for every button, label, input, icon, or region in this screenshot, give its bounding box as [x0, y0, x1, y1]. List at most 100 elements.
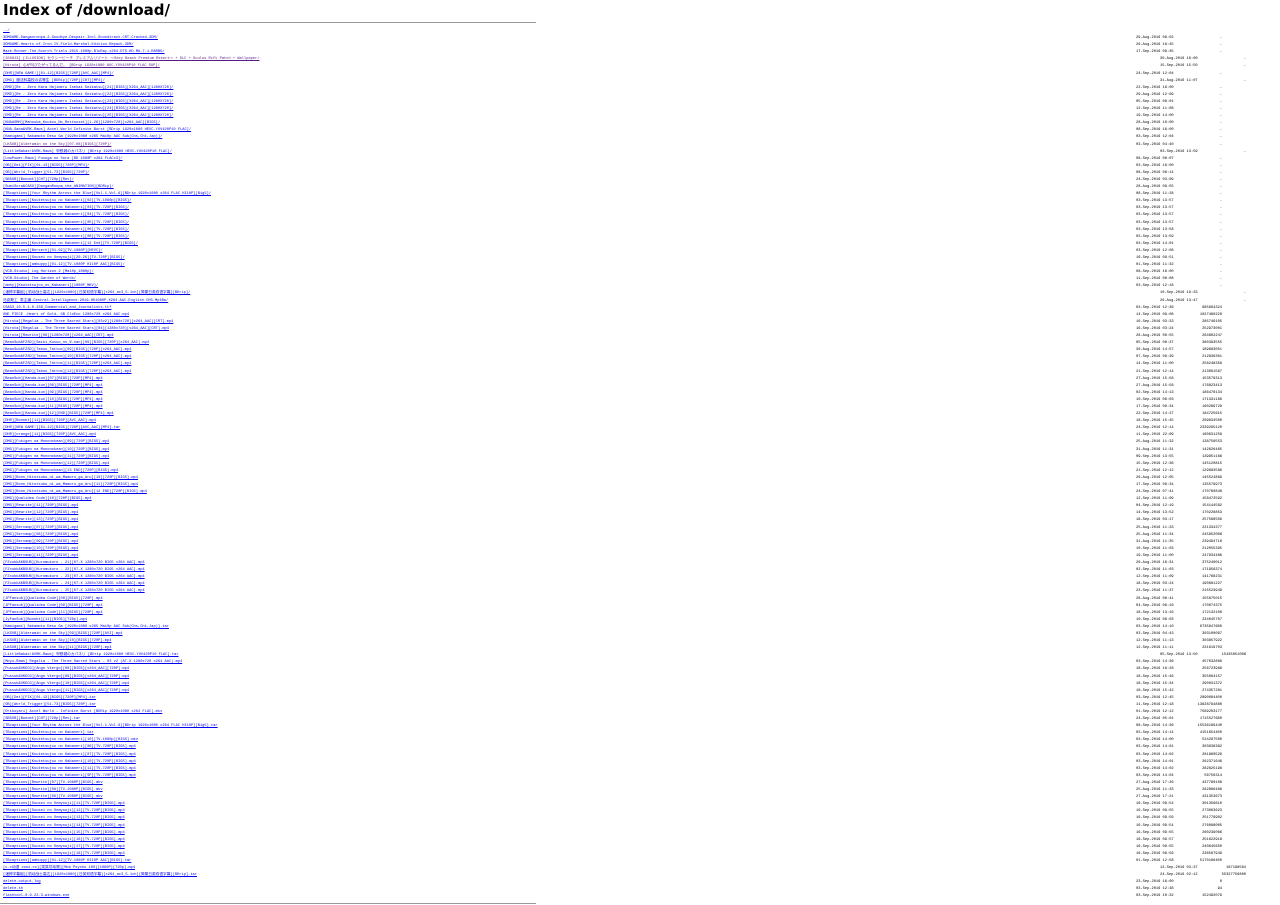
directory-link[interactable]: [TBcaptions][Sousei no Onmyouji][20-26][…: [3, 256, 125, 260]
file-link[interactable]: [Pussub&VKDCG][Ango Vtergo][08][BIG5][x2…: [3, 667, 129, 671]
file-link[interactable]: [OB][Dei][FIX][01-13][BIG5][720P][MP4].t…: [3, 696, 96, 700]
file-link[interactable]: [FZxubk&KBSUB][Kuromukuro - 24][07-X 128…: [3, 582, 145, 586]
directory-link[interactable]: [TBcaptions][Koutetsujou no Kabaneri][12…: [3, 242, 138, 246]
directory-link[interactable]: [EMD][Re - Zero Kara Hajimeru Isekai Sei…: [3, 107, 173, 111]
file-link[interactable]: [Hirota][Rewrite][09][1280x720][x264_AAC…: [3, 334, 114, 338]
directory-link[interactable]: [TBcaptions][Koutetsujou no Kabaneri][04…: [3, 213, 129, 217]
file-link[interactable]: [DMG][Bono_Hitotsubu_ni_wa_Mamoru_ga_Aru…: [3, 476, 138, 480]
file-link[interactable]: [JPFansub][Qualidea Code][09][BIG5][720P…: [3, 604, 103, 608]
file-link[interactable]: [DMG][Rewrite][13][720P][BIG5].mp4: [3, 518, 78, 522]
directory-link[interactable]: [TBcaptions][Berserk][01-02][TV-1080P][H…: [3, 249, 103, 253]
file-link[interactable]: [TBcaptions][Koutetsujou no Kabaneri][06…: [3, 745, 136, 749]
file-link[interactable]: [Pussub&VKDCG][Ango Vtergo][09][BIG5][x2…: [3, 675, 129, 679]
file-link[interactable]: [FZxubk&KBSUB][Kuromukuro - 22][07-X 128…: [3, 568, 145, 572]
directory-link[interactable]: [TBcaptions][Koutetsujou no Kabaneri][06…: [3, 228, 129, 232]
file-link[interactable]: [DMG][Fukigen na Mononokean][11][720P][B…: [3, 455, 109, 459]
file-link[interactable]: flashtool-0.9.22.3-windows.exe: [3, 894, 69, 898]
directory-link[interactable]: [TBcaptions][Your Rhythm Across the Blue…: [3, 192, 211, 196]
directory-link[interactable]: [VCB-Studio] The Garden of Words/: [3, 277, 76, 281]
directory-link[interactable]: [EMD][Re - Zero Kara Hajimeru Isekai Sei…: [3, 114, 173, 118]
file-link[interactable]: ONE PIECE -Heart of Gold- GB CloEco 1280…: [3, 313, 129, 317]
directory-link[interactable]: [TBcaptions][ambuppy][01-12][TV-1080P HI…: [3, 263, 125, 267]
directory-link[interactable]: [LowPower-Raws] Fusuga no Sora [BD 1080P…: [3, 157, 123, 161]
file-link[interactable]: [TBcaptions][Sousei no Onmyouji][18][TV-…: [3, 852, 125, 856]
file-link[interactable]: [BeanSub][Handa-kun][10][BIG5][720P][MP4…: [3, 398, 103, 402]
file-link[interactable]: [Pussub&VKDCG][Ango Vtergo][11][BIG5][x2…: [3, 689, 129, 693]
file-link[interactable]: [Pussub&VKDCG][Ango Vtergo][10][BIG5][x2…: [3, 682, 129, 686]
file-link[interactable]: [FZxubk&KBSUB][Kuromukuro - 21][07-X 128…: [3, 561, 145, 565]
file-link[interactable]: [DHR][orange][11][BIG5][720P][AVC_AAC].m…: [3, 433, 96, 437]
directory-link[interactable]: [KNAAGMH][Mahouka_Koukou_No_Rettousei][1…: [3, 121, 160, 125]
file-link[interactable]: [DHR][NEW GAME!][01-12][BIG5][720P][AVC_…: [3, 426, 120, 430]
directory-link[interactable]: [OB][Dei][FIX][01-13][BIG5][720P][MP4]/: [3, 164, 89, 168]
file-link[interactable]: [TBcaptions][Rewrite][08][TV-1080P][BIG5…: [3, 788, 103, 792]
file-link[interactable]: [BeanSub&FZSD][Taboo_Tattoo][09][BIG5][7…: [3, 348, 131, 352]
file-link[interactable]: [BeanSub&FZSD][Taboo_Tattoo][11][BIG5][7…: [3, 362, 131, 366]
file-link[interactable]: [TBcaptions][Sousei no Onmyouji][12][TV-…: [3, 809, 125, 813]
file-link[interactable]: [TBcaptions][Sousei no Onmyouji][14][TV-…: [3, 824, 125, 828]
directory-link[interactable]: [KNA-Saba&VRK-Raws] Accel World Infinite…: [3, 128, 191, 132]
file-link[interactable]: [TBcaptions][Sousei no Onmyouji][17][TV-…: [3, 845, 125, 849]
file-link[interactable]: [TBcaptions][Koutetsujou no Kabaneri][10…: [3, 760, 136, 764]
file-link[interactable]: [TBcaptions][Sousei no Onmyouji][15][TV-…: [3, 831, 125, 835]
directory-link[interactable]: [TBcaptions][Koutetsujou no Kabaneri][03…: [3, 206, 129, 210]
file-link[interactable]: [LittleBakas!&VRK-Raws] 甲鉄城のカバネリ [BDrip …: [3, 653, 179, 657]
file-link[interactable]: [DMG][Rewrite][12][720P][BIG5].mp4: [3, 511, 78, 515]
file-link[interactable]: [DMG][Servamp][07][720P][BIG5].mp4: [3, 526, 78, 530]
file-link[interactable]: [TBcaptions][Sousei no Onmyouji][13][TV-…: [3, 816, 125, 820]
file-link[interactable]: [LKSUB][Alderamin on the Sky][10][BIG5][…: [3, 639, 111, 643]
file-link[interactable]: [FZxubk&KBSUB][Kuromukuro - 23][07-X 128…: [3, 575, 145, 579]
file-link[interactable]: [DMG][Bono_Hitotsubu_ni_wa_Mamoru_ga_Aru…: [3, 490, 147, 494]
file-link[interactable]: [JyFanSub][Bonobt][11][BIG5][720p].mp4: [3, 618, 87, 622]
file-link[interactable]: [DMG][Fukigen na Mononokean][13 END][720…: [3, 469, 118, 473]
directory-link[interactable]: 马克斯工 男主编.Central.Intelligence.2016.HD108…: [3, 299, 168, 303]
file-link[interactable]: [BeanSub&FZSD][Taboo_Tattoo][10][BIG5][7…: [3, 355, 131, 359]
file-link[interactable]: [TBcaptions][Rewrite][07][TV-1080P][BIG5…: [3, 781, 103, 785]
file-link[interactable]: [JPFansub][Qualidea Code][11][BIG5][720P…: [3, 611, 103, 615]
directory-link[interactable]: [TBcaptions][Koutetsujou no Kabaneri][08…: [3, 235, 129, 239]
directory-link[interactable]: [VCB-Studio] Log Horizon 2 [Ma10p_1080p]…: [3, 270, 94, 274]
file-link[interactable]: [TBcaptions][Rewrite][09][TV-1080P][BIG5…: [3, 795, 103, 799]
file-link[interactable]: [Hirota][Regalia - The Three Sacred Star…: [3, 320, 173, 324]
file-link[interactable]: [DMG][Fukigen na Mononokean][09][720P][B…: [3, 440, 109, 444]
directory-link[interactable]: [TBcaptions][Koutetsujou no Kabaneri][05…: [3, 221, 129, 225]
file-link[interactable]: [TBcaptions][Koutetsujou no Kabaneri].ta…: [3, 731, 94, 735]
directory-link[interactable]: [SBSUB][Bonobt][CHT][720p][Rev]/: [3, 178, 74, 182]
file-link[interactable]: [c.c动漫 cooz.cc][笑笑坊动物][Mob Psycho 100][1…: [3, 866, 135, 870]
file-link[interactable]: [OB][World_Trigger][51-73][BIG5][720P].t…: [3, 703, 96, 707]
directory-link[interactable]: [诸神字幕组][机动战士高达][1920x1080][日英双语字幕][x264_…: [3, 291, 190, 295]
file-link[interactable]: [DMG][Servamp][11][720P][BIG5].mp4: [3, 554, 78, 558]
file-link[interactable]: [诸神字幕组][机动战士高达][1920x1080][日英双语字幕][x264_…: [3, 873, 197, 877]
directory-link[interactable]: [SumiSora&CASO][DanganRonpa_the_ANIMATIO…: [3, 185, 114, 189]
file-link[interactable]: [TBcaptions][Sousei no Onmyouji][16][TV-…: [3, 838, 125, 842]
file-link[interactable]: [TBcaptions][Koutetsujou no Kabaneri][10…: [3, 738, 138, 742]
file-link[interactable]: [Hirota][Regalia - The Three Sacred Star…: [3, 327, 169, 331]
file-link[interactable]: [DMG][Fukigen na Mononokean][12][720P][B…: [3, 462, 109, 466]
file-link[interactable]: [BeanSub&FZSD][Saiki_Kusuo_no_Ψ-nan][09]…: [3, 341, 149, 345]
directory-link[interactable]: [dmhy][Koutetsujou_no_Kabaneri][1080P_MK…: [3, 284, 98, 288]
file-link[interactable]: [DMG][Servamp][08][720P][BIG5].mp4: [3, 533, 78, 537]
file-link[interactable]: [Kamigami] Sakamoto Desu Ga [1920x1080 x…: [3, 625, 169, 629]
file-link[interactable]: [BeanSub][Handa-kun][09][BIG5][720P][MP4…: [3, 391, 103, 395]
file-link[interactable]: [DMG][Fukigen na Mononokean][10][720P][B…: [3, 448, 109, 452]
file-link[interactable]: [BeanSub][Handa-kun][11][BIG5][720P][MP4…: [3, 405, 103, 409]
directory-link[interactable]: Maze.Runner.The.Scorch.Trials.2015.1080p…: [3, 50, 165, 54]
file-link[interactable]: [DMG][Rewrite][11][720P][BIG5].mp4: [3, 504, 78, 508]
file-link[interactable]: [LKSUB][Alderamin on the Sky][11][BIG5][…: [3, 646, 111, 650]
directory-link[interactable]: [DMG] 魔法科高校の劣等生 [BDRip][720P][CHT][MP4]/: [3, 79, 105, 83]
file-link[interactable]: [DMG][Servamp][09][720P][BIG5].mp4: [3, 540, 78, 544]
directory-link[interactable]: [OB][World_Trigger][51-73][BIG5][720P]/: [3, 171, 89, 175]
file-link[interactable]: [TBcaptions][Koutetsujou no Kabaneri][11…: [3, 767, 136, 771]
file-link[interactable]: [TBcaptions][Your Rhythm Across the Blue…: [3, 724, 218, 728]
directory-link[interactable]: [Hirota] 心が叫びたがってるんだ。 [BDrip 1920x1080 A…: [3, 64, 160, 68]
directory-link[interactable]: [EMD][Re - Zero Kara Hajimeru Isekai Sei…: [3, 86, 173, 90]
file-link[interactable]: [SBSUB][Bonobt][CHT][720p][Rev].tar: [3, 717, 80, 721]
directory-link[interactable]: [EMD][Re - Zero Kara Hajimeru Isekai Sei…: [3, 100, 173, 104]
file-link[interactable]: [TBcaptions][ambuppy][01-12][TV-1080P HI…: [3, 859, 131, 863]
file-link[interactable]: [BeanSub&FZSD][Taboo_Tattoo][12][BIG5][7…: [3, 370, 131, 374]
file-link[interactable]: [TBcaptions][Sousei no Onmyouji][11][TV-…: [3, 802, 125, 806]
file-link[interactable]: delete.sh: [3, 887, 23, 891]
file-link[interactable]: [Moyu-Raws] Regalia - The Three Sacred S…: [3, 660, 182, 664]
file-link[interactable]: [JPFansub][Qualidea Code][08][BIG5][720P…: [3, 597, 103, 601]
file-link[interactable]: [TBcaptions][Koutetsujou no Kabaneri][07…: [3, 753, 136, 757]
